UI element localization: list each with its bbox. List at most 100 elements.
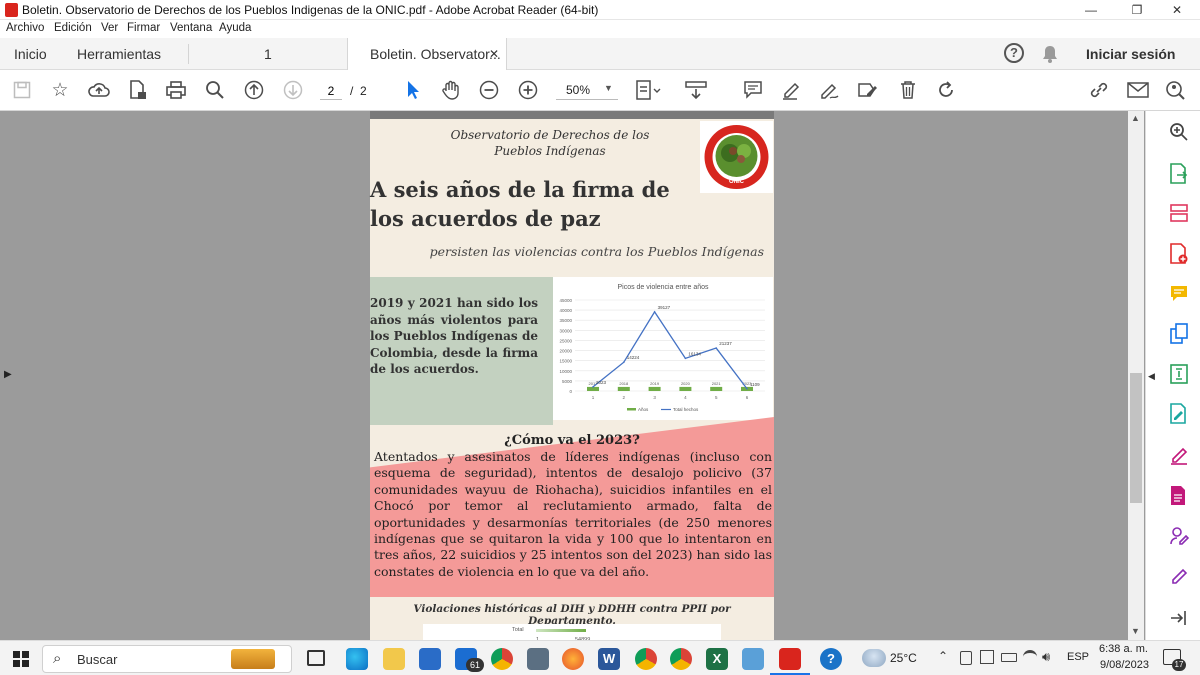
comment-icon[interactable] <box>740 77 766 103</box>
language-indicator[interactable]: ESP <box>1067 651 1089 663</box>
scroll-up-icon[interactable]: ▲ <box>1131 113 1140 123</box>
highlight-pen-icon[interactable] <box>778 77 804 103</box>
cloud-upload-icon[interactable] <box>86 77 112 103</box>
previous-page-icon[interactable] <box>241 77 267 103</box>
chrome-profile-2-icon[interactable] <box>670 648 692 670</box>
email-icon[interactable] <box>1125 77 1151 103</box>
document-viewport[interactable]: ▶ Observatorio de Derechos de los Pueblo… <box>0 111 1145 640</box>
acrobat-taskbar-icon[interactable] <box>779 648 801 670</box>
vertical-scrollbar[interactable]: ▲ ▼ <box>1128 111 1144 640</box>
store-icon[interactable] <box>419 648 441 670</box>
trash-icon[interactable] <box>895 77 921 103</box>
tab-herramientas[interactable]: Herramientas <box>77 38 161 70</box>
combine-files-icon[interactable] <box>1167 322 1191 346</box>
notification-bell-icon[interactable] <box>1042 45 1058 63</box>
scan-ocr-icon[interactable] <box>1167 484 1191 508</box>
export-pdf-icon[interactable] <box>1167 162 1191 186</box>
draw-freehand-icon[interactable] <box>816 77 842 103</box>
compress-pdf-icon[interactable] <box>1167 362 1191 386</box>
bookmark-star-icon[interactable]: ☆ <box>47 77 73 103</box>
more-tools-icon[interactable] <box>1167 564 1191 588</box>
menu-firmar[interactable]: Firmar <box>127 22 160 34</box>
share-link-icon[interactable] <box>1086 77 1112 103</box>
scroll-mode-icon[interactable] <box>683 77 709 103</box>
signin-button[interactable]: Iniciar sesión <box>1086 38 1175 70</box>
page-fit-icon[interactable] <box>636 77 662 103</box>
minimize-button[interactable]: — <box>1068 0 1114 20</box>
print-icon[interactable] <box>163 77 189 103</box>
select-cursor-icon[interactable] <box>400 77 426 103</box>
pdf-org-name: Observatorio de Derechos de los Pueblos … <box>450 128 650 158</box>
hand-tool-icon[interactable] <box>438 77 464 103</box>
organize-pages-icon[interactable] <box>1167 201 1191 225</box>
tab-inicio[interactable]: Inicio <box>14 38 47 70</box>
firefox-icon[interactable] <box>562 648 584 670</box>
data-label: 14224 <box>627 355 640 360</box>
tab-close-icon[interactable]: ✕ <box>489 38 499 70</box>
fill-and-sign-icon[interactable] <box>1167 443 1191 467</box>
tray-app-icon[interactable] <box>980 650 994 664</box>
next-page-icon[interactable] <box>280 77 306 103</box>
edge-icon[interactable] <box>346 648 368 670</box>
save-icon[interactable] <box>9 77 35 103</box>
bar-anos <box>648 386 661 391</box>
line-point <box>592 386 594 388</box>
scroll-thumb[interactable] <box>1130 373 1142 503</box>
remote-desktop-icon[interactable] <box>742 648 764 670</box>
taskbar: ⌕ Buscar 61 W X ? 25°C ⌃ 🔊︎ ESP 6:38 a. … <box>0 640 1200 675</box>
line-point <box>623 361 625 364</box>
menu-ventana[interactable]: Ventana <box>170 22 212 34</box>
battery-icon[interactable] <box>1001 653 1017 662</box>
create-pdf-icon[interactable] <box>1167 242 1191 266</box>
weather-temp[interactable]: 25°C <box>890 651 917 665</box>
zoom-pane-icon[interactable] <box>1167 120 1191 144</box>
line-point <box>746 387 748 390</box>
calculator-icon[interactable] <box>527 648 549 670</box>
tab-document[interactable]: Boletin. Observator... ✕ <box>347 38 507 70</box>
rotate-icon[interactable] <box>933 77 959 103</box>
help-icon[interactable]: ? <box>1004 43 1024 63</box>
clock-time[interactable]: 6:38 a. m. <box>1099 643 1148 655</box>
expand-left-panel-icon[interactable]: ▶ <box>4 369 12 380</box>
fill-sign-icon[interactable] <box>855 77 881 103</box>
comment-pane-icon[interactable] <box>1167 282 1191 306</box>
search-placeholder: Buscar <box>77 652 118 667</box>
search-user-icon[interactable] <box>1163 77 1189 103</box>
close-window-button[interactable]: ✕ <box>1154 0 1200 20</box>
chrome-profile-icon[interactable] <box>635 648 657 670</box>
menu-archivo[interactable]: Archivo <box>6 22 44 34</box>
taskbar-search-box[interactable]: ⌕ Buscar <box>42 645 292 673</box>
menu-ver[interactable]: Ver <box>101 22 118 34</box>
x-tick-label: 5 <box>715 395 718 400</box>
page-number-input[interactable] <box>320 82 342 100</box>
title-bar: Boletin. Observatorio de Derechos de los… <box>0 0 1200 20</box>
wifi-icon[interactable] <box>1023 650 1037 664</box>
volume-icon[interactable]: 🔊︎ <box>1042 649 1050 665</box>
tab-page-one[interactable]: 1 <box>264 38 272 70</box>
tray-chevron-icon[interactable]: ⌃ <box>938 649 948 663</box>
windows-start-icon[interactable] <box>13 651 29 667</box>
menu-edicion[interactable]: Edición <box>54 22 92 34</box>
scroll-down-icon[interactable]: ▼ <box>1131 626 1140 636</box>
zoom-dropdown[interactable]: 50% ▼ <box>556 80 618 100</box>
collapse-panel-icon[interactable]: ◀ <box>1148 371 1155 382</box>
clock-date[interactable]: 9/08/2023 <box>1100 659 1149 671</box>
y-tick-label: 20000 <box>559 349 572 354</box>
excel-icon[interactable]: X <box>706 648 728 670</box>
request-signature-icon[interactable] <box>1167 524 1191 548</box>
zoom-search-icon[interactable] <box>202 77 228 103</box>
menu-ayuda[interactable]: Ayuda <box>219 22 251 34</box>
task-view-icon[interactable] <box>307 650 325 666</box>
legend-label-anos: Años <box>638 407 649 412</box>
collapse-right-panel-icon[interactable] <box>1167 606 1191 630</box>
zoom-out-icon[interactable] <box>476 77 502 103</box>
edit-pdf-icon[interactable] <box>1167 402 1191 426</box>
protect-file-icon[interactable] <box>125 77 151 103</box>
weather-icon[interactable] <box>862 649 886 667</box>
chrome-icon[interactable] <box>491 648 513 670</box>
file-explorer-icon[interactable] <box>383 648 405 670</box>
word-icon[interactable]: W <box>598 648 620 670</box>
zoom-in-icon[interactable] <box>515 77 541 103</box>
help-app-icon[interactable]: ? <box>820 648 842 670</box>
tray-device-icon[interactable] <box>960 651 972 665</box>
